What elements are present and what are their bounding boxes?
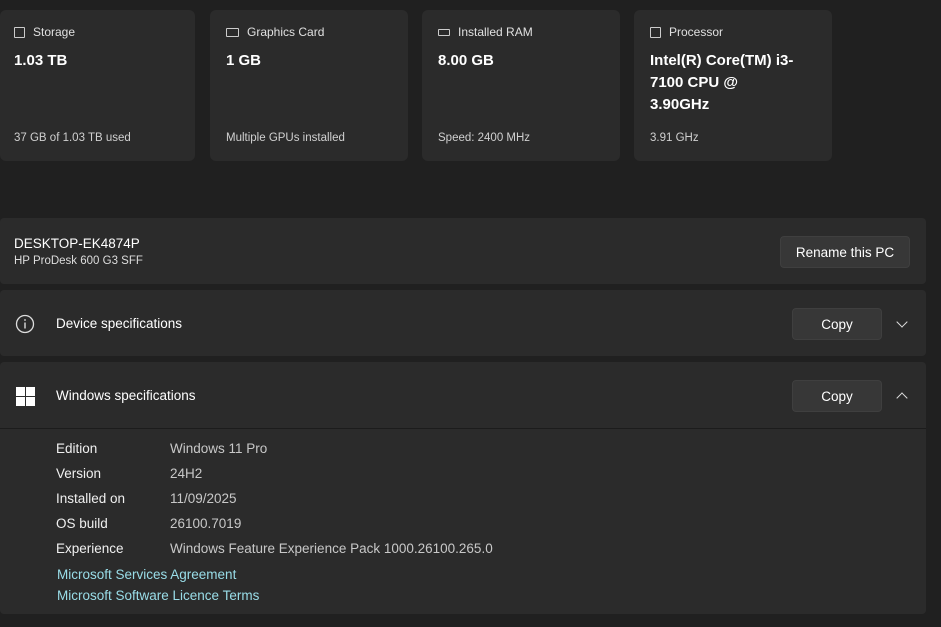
card-value: Intel(R) Core(TM) i3-7100 CPU @ 3.90GHz xyxy=(650,52,794,113)
software-licence-terms-link[interactable]: Microsoft Software Licence Terms xyxy=(57,588,259,603)
card-sub: 3.91 GHz xyxy=(650,132,699,144)
pc-model: HP ProDesk 600 G3 SFF xyxy=(14,255,143,267)
device-specifications-title: Device specifications xyxy=(56,316,183,331)
ram-icon xyxy=(438,28,450,36)
card-title: Graphics Card xyxy=(247,25,325,39)
card-title: Installed RAM xyxy=(458,25,533,39)
windows-specifications-header[interactable]: Windows specifications Copy xyxy=(0,362,926,429)
spec-value: Windows 11 Pro xyxy=(170,441,268,456)
processor-icon xyxy=(650,26,661,38)
spec-value: 11/09/2025 xyxy=(170,491,237,506)
card-value: 8.00 GB xyxy=(438,52,494,69)
card-value: 1 GB xyxy=(226,52,262,69)
spec-key: Version xyxy=(56,466,102,481)
storage-card[interactable]: Storage 1.03 TB 37 GB of 1.03 TB used xyxy=(0,10,195,161)
info-icon xyxy=(15,314,35,334)
card-value: 1.03 TB xyxy=(14,52,68,69)
graphics-card-card[interactable]: Graphics Card 1 GB Multiple GPUs install… xyxy=(210,10,408,161)
spec-key: Installed on xyxy=(56,491,126,506)
services-agreement-link[interactable]: Microsoft Services Agreement xyxy=(57,567,236,582)
graphics-card-icon xyxy=(226,27,239,37)
storage-icon xyxy=(14,26,25,38)
windows-logo-icon xyxy=(16,387,35,406)
processor-card[interactable]: Processor Intel(R) Core(TM) i3-7100 CPU … xyxy=(634,10,832,161)
chevron-up-icon[interactable] xyxy=(896,392,908,404)
rename-pc-button[interactable]: Rename this PC xyxy=(780,236,910,268)
pc-name-row: DESKTOP-EK4874P HP ProDesk 600 G3 SFF Re… xyxy=(0,218,926,284)
card-sub: 37 GB of 1.03 TB used xyxy=(14,132,131,144)
card-title: Storage xyxy=(33,25,76,39)
spec-value: Windows Feature Experience Pack 1000.261… xyxy=(170,541,493,556)
spec-key: Experience xyxy=(56,541,124,556)
spec-value: 24H2 xyxy=(170,466,203,481)
spec-key: Edition xyxy=(56,441,98,456)
device-specifications-header[interactable]: Device specifications Copy xyxy=(0,290,926,356)
card-sub: Speed: 2400 MHz xyxy=(438,132,531,144)
card-title: Processor xyxy=(669,25,724,39)
spec-key: OS build xyxy=(56,516,108,531)
chevron-down-icon[interactable] xyxy=(896,316,908,328)
ram-card[interactable]: Installed RAM 8.00 GB Speed: 2400 MHz xyxy=(422,10,620,161)
windows-specifications-title: Windows specifications xyxy=(56,388,196,403)
windows-specifications-section: Windows specifications Copy Edition Windo… xyxy=(0,362,926,614)
copy-device-specs-button[interactable]: Copy xyxy=(792,308,882,340)
pc-name: DESKTOP-EK4874P xyxy=(14,236,140,251)
card-sub: Multiple GPUs installed xyxy=(226,132,345,144)
copy-windows-specs-button[interactable]: Copy xyxy=(792,380,882,412)
spec-value: 26100.7019 xyxy=(170,516,242,531)
